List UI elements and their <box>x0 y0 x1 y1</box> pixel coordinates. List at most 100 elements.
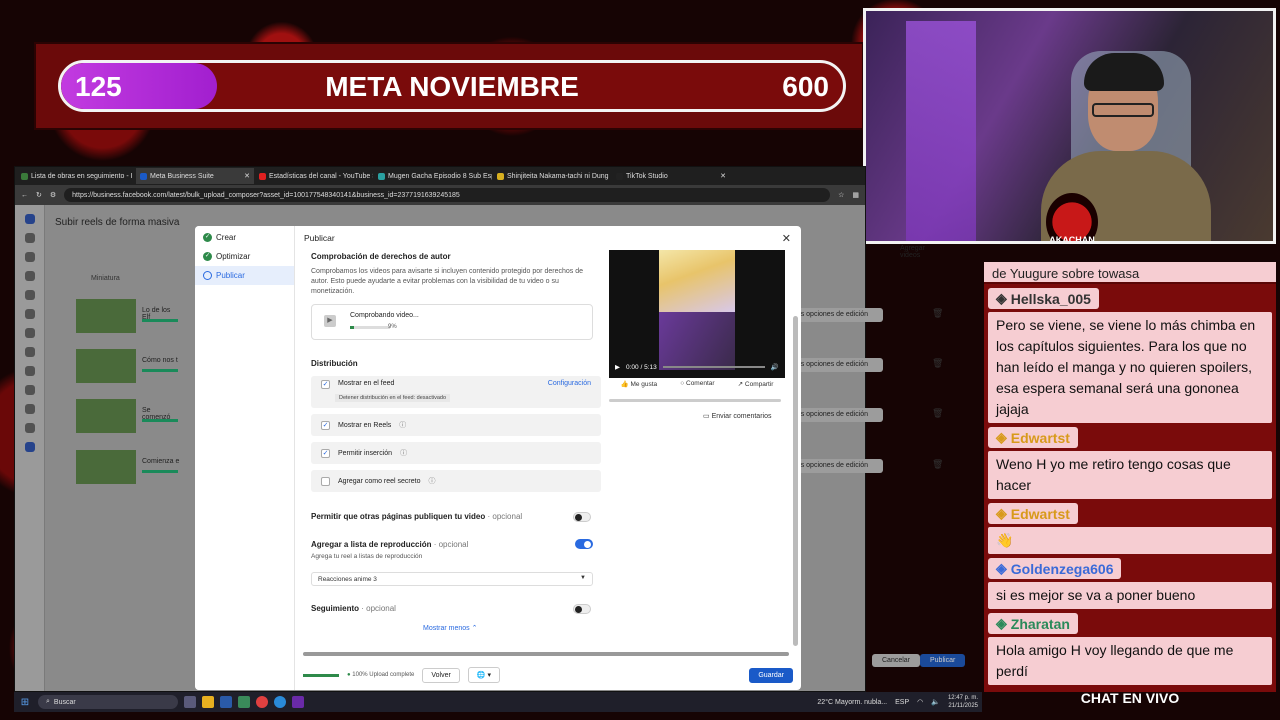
edge-icon[interactable] <box>274 696 286 708</box>
windows-start-icon[interactable]: ⊞ <box>18 695 32 709</box>
volume-icon[interactable]: 🔊 <box>771 363 779 371</box>
tab-favicon <box>378 172 385 180</box>
preview-scrollbar[interactable] <box>609 399 781 402</box>
player-seekbar[interactable] <box>662 366 765 368</box>
table-row: Se comenzó <box>60 399 180 435</box>
close-icon[interactable]: ✕ <box>782 232 791 245</box>
account-icon[interactable] <box>24 233 35 243</box>
back-button[interactable]: Volver <box>422 667 460 683</box>
browser-tab[interactable]: Meta Business Suite ✕ <box>136 168 254 184</box>
content-scrollbar[interactable] <box>793 316 798 646</box>
clock[interactable]: 12:47 p. m. 21/11/2025 <box>948 694 978 710</box>
like-action: 👍 Me gusta <box>620 381 658 388</box>
user-badge-icon: ◈ <box>996 615 1007 631</box>
option-allow-embed: ✓ Permitir inserción ⓘ <box>311 442 601 464</box>
embed-checkbox[interactable]: ✓ <box>321 448 330 458</box>
secret-checkbox[interactable] <box>321 476 330 486</box>
configuration-link[interactable]: Configuración <box>548 380 591 387</box>
step-optimize[interactable]: ✓ Optimizar <box>195 247 294 266</box>
chat-username: ◈ Goldenzega606 <box>988 558 1122 579</box>
publish-button[interactable]: Publicar <box>920 654 966 667</box>
monetization-icon[interactable] <box>24 385 35 395</box>
url-field[interactable]: https://business.facebook.com/latest/bul… <box>64 188 831 202</box>
delete-icon[interactable]: 🗑 <box>932 408 943 419</box>
video-preview[interactable]: ▶ 0:00 / 5:13 🔊 <box>609 250 785 378</box>
premiere-icon[interactable] <box>292 696 304 708</box>
browser-tab[interactable]: Shinjiteita Nakama-tachi ni Dung✕ <box>493 168 611 184</box>
content-icon[interactable] <box>24 290 35 300</box>
home-icon[interactable] <box>24 252 35 262</box>
info-icon[interactable]: ⓘ <box>400 448 407 458</box>
info-icon[interactable]: ⓘ <box>399 420 406 430</box>
volume-icon[interactable]: 🔈 <box>931 698 940 706</box>
playlist-toggle[interactable] <box>575 539 593 549</box>
column-header-thumbnail: Miniatura <box>91 275 120 282</box>
task-view-icon[interactable] <box>184 696 196 708</box>
step-publish[interactable]: Publicar <box>195 266 294 285</box>
allow-pages-toggle[interactable] <box>573 512 591 522</box>
chat-username: ◈ Zharatan <box>988 613 1078 634</box>
feed-checkbox[interactable]: ✓ <box>321 380 330 389</box>
extensions-icon[interactable]: ▦ <box>852 191 859 199</box>
weather-widget[interactable]: 22°C Mayorm. nubla... <box>817 699 887 706</box>
browser-tab[interactable]: TikTok Studio ✕ <box>612 168 730 184</box>
left-nav <box>15 205 45 691</box>
app-icon[interactable] <box>238 696 250 708</box>
save-button[interactable]: Guardar <box>749 667 793 683</box>
step-create[interactable]: ✓ Crear <box>195 228 294 247</box>
file-explorer-icon[interactable] <box>202 696 214 708</box>
delete-icon[interactable]: 🗑 <box>932 358 943 369</box>
video-progress <box>142 319 178 322</box>
reload-icon[interactable]: ↻ <box>36 191 42 199</box>
photoshop-icon[interactable] <box>220 696 232 708</box>
delete-icon[interactable]: 🗑 <box>932 459 943 470</box>
playlist-select[interactable]: Reacciones anime 3 ▼ <box>311 572 593 586</box>
current-step-icon <box>203 271 212 280</box>
feed-note: Detener distribución en el feed: desacti… <box>335 394 451 402</box>
dialog-footer: ● 100% Upload complete Volver 🌐 ▾ Guarda… <box>295 660 801 690</box>
browser-tab[interactable]: Lista de obras en seguimiento - I✕ <box>17 168 135 184</box>
info-icon[interactable]: ⓘ <box>428 476 435 486</box>
chat-previous-message: de Yuugure sobre towasa <box>984 262 1276 284</box>
follow-toggle[interactable] <box>573 604 591 614</box>
audience-dropdown[interactable]: 🌐 ▾ <box>467 667 500 683</box>
megaphone-icon[interactable] <box>24 404 35 414</box>
chrome-icon[interactable] <box>256 696 268 708</box>
wifi-icon[interactable]: ◠ <box>917 698 923 706</box>
menu-icon[interactable] <box>24 442 35 452</box>
bookmark-icon[interactable]: ☆ <box>838 191 844 199</box>
taskbar-search[interactable]: ⌕ Buscar <box>38 695 178 709</box>
table-row: Cómo nos t <box>60 349 180 385</box>
inbox-icon[interactable] <box>24 309 35 319</box>
meta-logo-icon[interactable] <box>24 214 35 224</box>
grid-icon[interactable] <box>24 423 35 433</box>
close-tab-icon[interactable]: ✕ <box>244 172 250 180</box>
play-icon[interactable]: ▶ <box>615 363 620 371</box>
video-title: Cómo nos t <box>142 357 178 364</box>
follow-label: Seguimiento · opcional <box>311 604 396 613</box>
chat-username: ◈ Hellska_005 <box>988 288 1099 309</box>
back-icon[interactable]: ← <box>21 192 28 199</box>
user-badge-icon: ◈ <box>996 560 1007 576</box>
insights-icon[interactable] <box>24 347 35 357</box>
system-tray: 22°C Mayorm. nubla... ESP ◠ 🔈 12:47 p. m… <box>817 694 978 710</box>
content-hscrollbar[interactable] <box>303 652 789 656</box>
browser-tab[interactable]: Mugen Gacha Episodio 8 Sub Esp✕ <box>374 168 492 184</box>
cancel-button[interactable]: Cancelar <box>872 654 921 667</box>
preview-actions: 👍 Me gusta ○ Comentar ↗ Compartir <box>609 380 785 398</box>
chat-username: ◈ Edwartst <box>988 503 1078 524</box>
notifications-icon[interactable] <box>24 271 35 281</box>
close-tab-icon[interactable]: ✕ <box>720 172 726 180</box>
delete-icon[interactable]: 🗑 <box>932 308 943 319</box>
show-less-link[interactable]: Mostrar menos ⌃ <box>423 624 478 632</box>
browser-tab[interactable]: Estadísticas del canal - YouTube S✕ <box>255 168 373 184</box>
send-feedback-link[interactable]: ▭ Enviar comentarios <box>703 412 771 420</box>
dialog-header: Publicar <box>295 226 801 250</box>
language-indicator[interactable]: ESP <box>895 699 909 706</box>
ads-icon[interactable] <box>24 366 35 376</box>
webcam-person-glasses <box>1092 103 1154 117</box>
add-videos-button[interactable]: Agregar videos <box>900 245 925 259</box>
site-info-icon[interactable]: ⚙ <box>50 191 56 199</box>
planner-icon[interactable] <box>24 328 35 338</box>
reels-checkbox[interactable]: ✓ <box>321 420 330 430</box>
